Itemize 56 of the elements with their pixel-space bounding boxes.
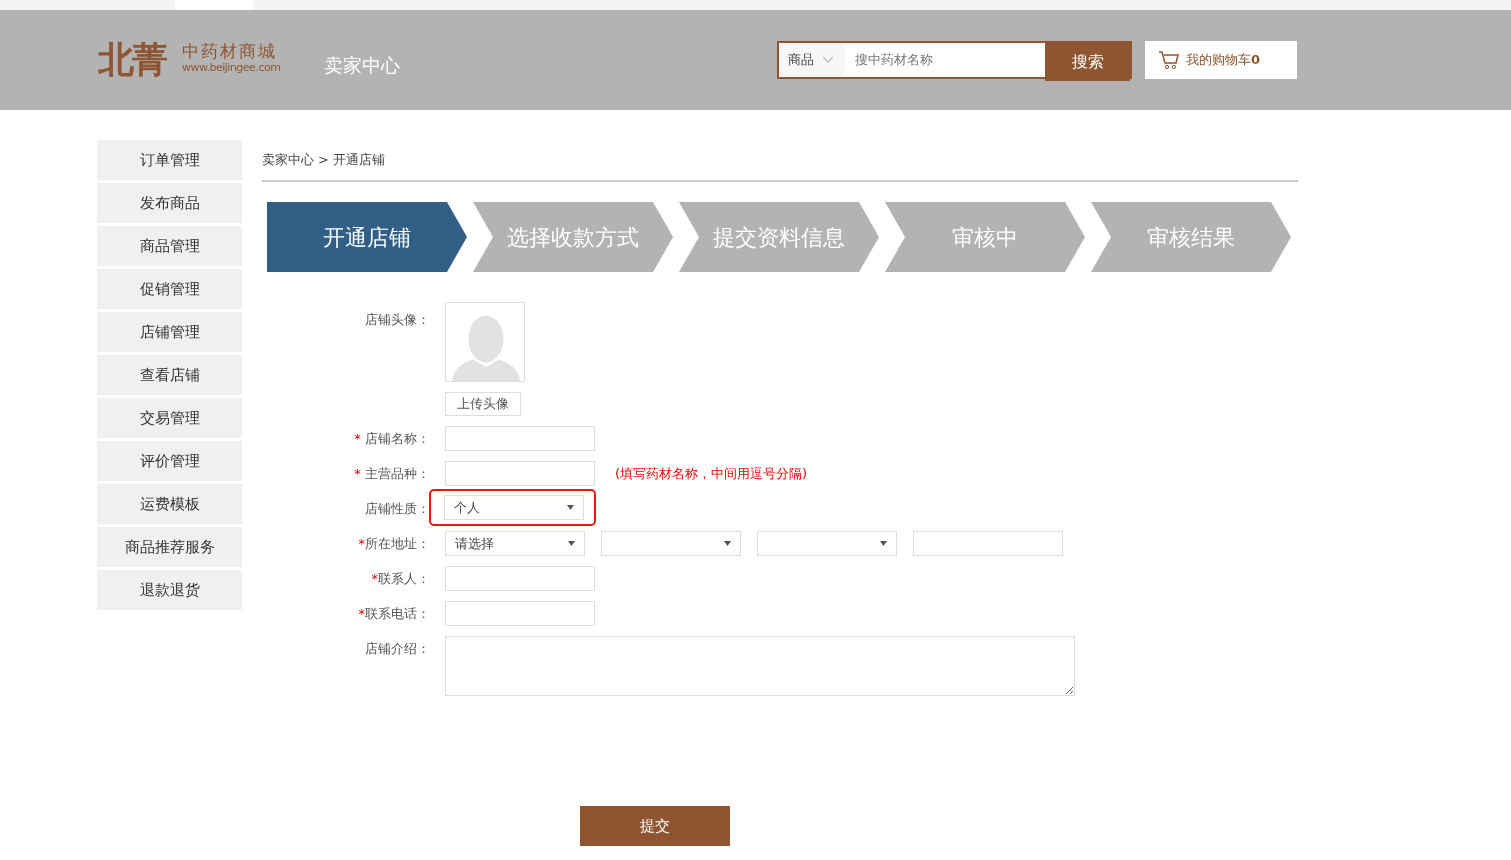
search-button[interactable]: 搜索 (1045, 43, 1130, 81)
required-asterisk: * (358, 604, 365, 623)
sidebar-item[interactable]: 促销管理 (97, 269, 242, 309)
required-asterisk: * (354, 464, 362, 483)
select-field[interactable]: 请选择 (445, 531, 585, 556)
field-label: 联系电话： (365, 604, 430, 623)
sidebar-item[interactable]: 发布商品 (97, 183, 242, 223)
input-field[interactable] (913, 531, 1063, 556)
dropdown-icon (568, 541, 575, 546)
top-tab[interactable] (175, 0, 253, 10)
category-dropdown[interactable]: 商品 (779, 43, 845, 77)
select-field[interactable] (601, 531, 741, 556)
textarea-field[interactable] (445, 636, 1075, 696)
breadcrumb-link[interactable]: 开通店铺 (332, 152, 385, 167)
dropdown-icon (724, 541, 731, 546)
field-label: 主营品种： (365, 464, 430, 483)
sidebar-item[interactable]: 评价管理 (97, 441, 242, 481)
search-box[interactable]: 商品 搜中药材名称 搜索 (777, 41, 1132, 79)
chevron-icon (822, 56, 834, 64)
sidebar-item[interactable]: 查看店铺 (97, 355, 242, 395)
logo-url: www.beijingee.com (182, 60, 281, 77)
field-label: 店铺名称： (365, 429, 430, 448)
required-asterisk: * (371, 569, 378, 588)
cart-button[interactable]: 我的购物车0 (1145, 41, 1297, 79)
breadcrumb-separator: > (318, 152, 329, 167)
section-title: 卖家中心 (324, 52, 401, 78)
submit-button[interactable]: 提交 (580, 806, 730, 846)
field-label: 店铺介绍： (365, 639, 430, 658)
upload-button[interactable]: 上传头像 (445, 392, 521, 416)
input-field[interactable] (445, 461, 595, 486)
input-field[interactable] (445, 566, 595, 591)
required-asterisk: * (358, 534, 365, 553)
field-label: 所在地址： (365, 534, 430, 553)
field-label: 店铺性质： (365, 499, 430, 518)
select-field[interactable] (757, 531, 897, 556)
input-field[interactable] (445, 426, 595, 451)
sidebar-item[interactable]: 运费模板 (97, 484, 242, 524)
logo-title: 中药材商城 (182, 43, 278, 61)
cart-icon (1158, 50, 1180, 70)
breadcrumb-link[interactable]: 卖家中心 (262, 152, 314, 167)
sidebar-item[interactable]: 商品推荐服务 (97, 527, 242, 567)
required-asterisk: * (354, 429, 362, 448)
logo-mark: 北菁 (98, 38, 166, 82)
avatar-placeholder-icon (445, 302, 525, 382)
field-label: 店铺头像： (365, 310, 430, 329)
select-field[interactable]: 个人 (444, 495, 584, 520)
sidebar-item[interactable]: 商品管理 (97, 226, 242, 266)
sidebar-item[interactable]: 退款退货 (97, 570, 242, 610)
field-label: 联系人： (378, 569, 430, 588)
sidebar-item[interactable]: 交易管理 (97, 398, 242, 438)
hint-text: (填写药材名称，中间用逗号分隔) (615, 464, 808, 483)
dropdown-icon (880, 541, 887, 546)
input-field[interactable] (445, 601, 595, 626)
dropdown-icon (567, 505, 574, 510)
sidebar-item[interactable]: 订单管理 (97, 140, 242, 180)
sidebar-item[interactable]: 店铺管理 (97, 312, 242, 352)
